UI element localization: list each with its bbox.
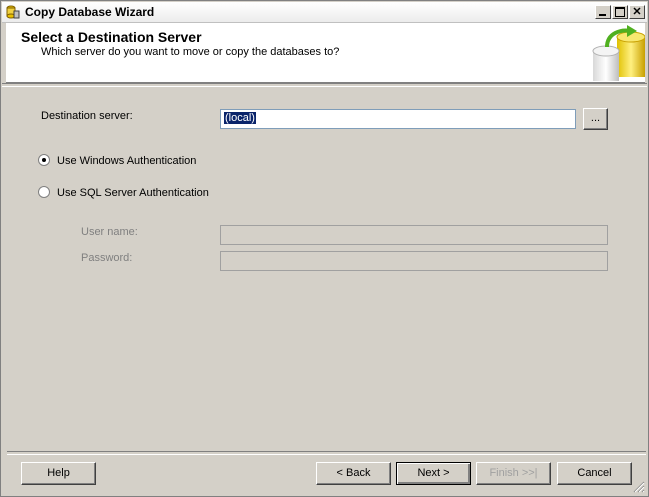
window-title: Copy Database Wizard xyxy=(25,5,155,19)
password-label: Password: xyxy=(81,252,133,264)
password-field[interactable] xyxy=(220,251,608,271)
sql-auth-radio[interactable] xyxy=(38,186,50,198)
page-subtitle: Which server do you want to move or copy… xyxy=(41,46,340,58)
windows-auth-radio[interactable] xyxy=(38,154,50,166)
maximize-button[interactable] xyxy=(612,5,628,19)
footer-separator xyxy=(7,451,646,455)
minimize-button[interactable] xyxy=(595,5,611,19)
title-bar[interactable]: Copy Database Wizard ✕ xyxy=(2,2,647,23)
database-app-icon xyxy=(6,5,20,19)
wizard-window: Copy Database Wizard ✕ Select a Destinat… xyxy=(0,0,649,497)
destination-server-value: (local) xyxy=(224,112,256,124)
wizard-header: Select a Destination Server Which server… xyxy=(6,23,645,83)
destination-server-label: Destination server: xyxy=(41,110,133,122)
windows-auth-label[interactable]: Use Windows Authentication xyxy=(57,155,196,167)
next-button[interactable]: Next > xyxy=(396,462,471,485)
close-button[interactable]: ✕ xyxy=(629,5,645,19)
username-field[interactable] xyxy=(220,225,608,245)
sql-auth-label[interactable]: Use SQL Server Authentication xyxy=(57,187,209,199)
finish-button[interactable]: Finish >>| xyxy=(476,462,551,485)
resize-grip-icon[interactable] xyxy=(633,481,645,493)
help-button[interactable]: Help xyxy=(21,462,96,485)
cancel-button[interactable]: Cancel xyxy=(557,462,632,485)
back-button[interactable]: < Back xyxy=(316,462,391,485)
header-separator xyxy=(2,83,647,87)
browse-server-button[interactable]: ... xyxy=(583,108,608,130)
destination-server-input[interactable]: (local) xyxy=(220,109,576,129)
database-copy-icon xyxy=(592,25,645,81)
page-title: Select a Destination Server xyxy=(21,29,202,45)
username-label: User name: xyxy=(81,226,138,238)
